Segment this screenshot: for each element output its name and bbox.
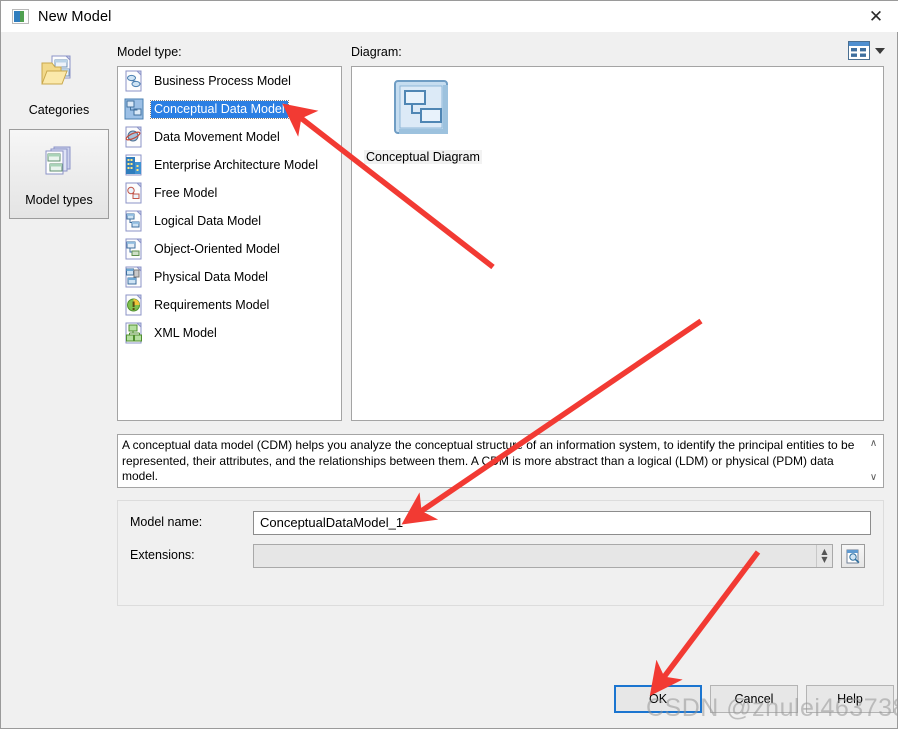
- extensions-value: [254, 545, 816, 567]
- physical-data-model-icon: [125, 266, 142, 288]
- cancel-button[interactable]: Cancel: [710, 685, 798, 713]
- rail-item-label: Categories: [28, 103, 90, 117]
- large-icons-view-icon: [848, 41, 870, 60]
- extensions-row: Extensions: ▲ ▼: [118, 544, 883, 568]
- diagram-label: Diagram:: [351, 45, 402, 59]
- diagram-item-conceptual-diagram[interactable]: Conceptual Diagram: [364, 77, 482, 166]
- scroll-up-icon[interactable]: ∧: [867, 438, 880, 450]
- model-name-label: Model name:: [130, 515, 203, 529]
- help-button[interactable]: Help: [806, 685, 894, 713]
- stepper-down-icon: ▼: [821, 555, 828, 564]
- model-type-item[interactable]: XML Model: [118, 319, 341, 347]
- conceptual-diagram-icon: [394, 80, 448, 134]
- title-bar: New Model ✕: [1, 1, 898, 32]
- ok-button[interactable]: OK: [614, 685, 702, 713]
- model-type-item-label: Business Process Model: [154, 73, 291, 88]
- model-type-list[interactable]: Business Process Model Conceptual Data M…: [117, 66, 342, 421]
- new-model-dialog: New Model ✕ Categories Model types Model…: [0, 0, 898, 729]
- model-type-item[interactable]: Free Model: [118, 179, 341, 207]
- diagram-item-label: Conceptual Diagram: [364, 150, 482, 164]
- extensions-browse-button[interactable]: [841, 544, 865, 568]
- model-name-row: Model name: ConceptualDataModel_1: [118, 511, 883, 535]
- categories-folder-icon: [41, 55, 71, 85]
- object-oriented-model-icon: [125, 238, 142, 260]
- rail-item-model-types[interactable]: Model types: [9, 129, 109, 219]
- model-type-item[interactable]: Requirements Model: [118, 291, 341, 319]
- enterprise-architecture-model-icon: [125, 154, 142, 176]
- model-type-item-label: Enterprise Architecture Model: [154, 157, 318, 172]
- model-type-item-label: Conceptual Data Model: [150, 99, 289, 119]
- data-movement-model-icon: [125, 126, 142, 148]
- new-model-icon: [12, 9, 29, 24]
- logical-data-model-icon: [125, 210, 142, 232]
- model-type-item[interactable]: Business Process Model: [118, 67, 341, 95]
- model-type-item-label: Object-Oriented Model: [154, 241, 280, 256]
- model-types-stack-icon: [45, 146, 71, 175]
- fields-group: Model name: ConceptualDataModel_1 Extens…: [117, 500, 884, 606]
- requirements-model-icon: [125, 294, 142, 316]
- model-name-input[interactable]: ConceptualDataModel_1: [253, 511, 871, 535]
- model-type-item-label: Data Movement Model: [154, 129, 280, 144]
- model-type-item-label: XML Model: [154, 325, 217, 340]
- model-type-item-label: Requirements Model: [154, 297, 270, 312]
- description-box: A conceptual data model (CDM) helps you …: [117, 434, 884, 488]
- extensions-label: Extensions:: [130, 548, 195, 562]
- extensions-stepper[interactable]: ▲ ▼: [816, 545, 832, 567]
- model-type-item-conceptual-data-model[interactable]: Conceptual Data Model: [118, 95, 341, 123]
- scroll-down-icon[interactable]: ∨: [867, 472, 880, 484]
- model-type-label: Model type:: [117, 45, 182, 59]
- model-type-item[interactable]: Object-Oriented Model: [118, 235, 341, 263]
- window-title: New Model: [38, 8, 112, 25]
- business-process-model-icon: [125, 70, 142, 92]
- model-type-item[interactable]: Enterprise Architecture Model: [118, 151, 341, 179]
- diagram-list[interactable]: Conceptual Diagram: [351, 66, 884, 421]
- model-type-item-label: Physical Data Model: [154, 269, 268, 284]
- description-text: A conceptual data model (CDM) helps you …: [122, 438, 855, 483]
- view-mode-button[interactable]: [848, 41, 885, 60]
- browse-properties-icon: [846, 549, 860, 563]
- chevron-down-icon: [875, 47, 885, 54]
- extensions-input[interactable]: ▲ ▼: [253, 544, 833, 568]
- rail-item-categories[interactable]: Categories: [9, 39, 109, 129]
- free-model-icon: [125, 182, 142, 204]
- model-type-item[interactable]: Physical Data Model: [118, 263, 341, 291]
- xml-model-icon: [125, 322, 142, 344]
- conceptual-data-model-icon: [124, 98, 144, 120]
- model-type-item-label: Free Model: [154, 185, 218, 200]
- left-rail: Categories Model types: [9, 39, 109, 219]
- model-type-item[interactable]: Data Movement Model: [118, 123, 341, 151]
- model-type-item[interactable]: Logical Data Model: [118, 207, 341, 235]
- rail-item-label: Model types: [25, 193, 93, 207]
- close-icon[interactable]: ✕: [853, 1, 898, 32]
- model-type-item-label: Logical Data Model: [154, 213, 262, 228]
